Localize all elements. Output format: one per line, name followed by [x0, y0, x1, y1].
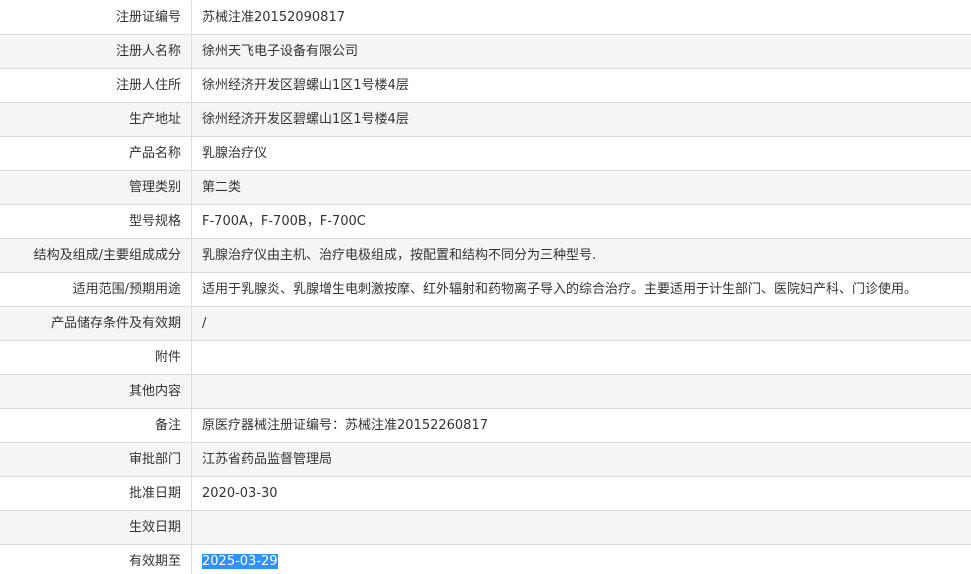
field-label: 型号规格	[0, 204, 192, 239]
table-row: 注册人住所 徐州经济开发区碧螺山1区1号楼4层	[0, 68, 971, 103]
field-value: 2025-03-29	[191, 544, 971, 574]
table-row: 有效期至 2025-03-29	[0, 544, 971, 574]
table-row: 管理类别 第二类	[0, 170, 971, 205]
table-row: 产品名称 乳腺治疗仪	[0, 136, 971, 171]
table-row: 注册人名称 徐州天飞电子设备有限公司	[0, 34, 971, 69]
table-row: 型号规格 F-700A，F-700B，F-700C	[0, 204, 971, 239]
table-row: 适用范围/预期用途 适用于乳腺炎、乳腺增生电刺激按摩、红外辐射和药物离子导入的综…	[0, 272, 971, 307]
field-label: 注册证编号	[0, 1, 192, 35]
field-label: 产品储存条件及有效期	[0, 306, 192, 341]
field-value: /	[191, 306, 971, 341]
field-label: 生产地址	[0, 102, 192, 137]
field-label: 生效日期	[0, 510, 192, 545]
field-value	[191, 340, 971, 375]
field-value	[191, 374, 971, 409]
field-value: 原医疗器械注册证编号：苏械注准20152260817	[191, 408, 971, 443]
table-row: 生产地址 徐州经济开发区碧螺山1区1号楼4层	[0, 102, 971, 137]
field-label: 附件	[0, 340, 192, 375]
field-label: 注册人名称	[0, 34, 192, 69]
field-label: 批准日期	[0, 476, 192, 511]
field-value: 江苏省药品监督管理局	[191, 442, 971, 477]
field-value	[191, 510, 971, 545]
field-value: F-700A，F-700B，F-700C	[191, 204, 971, 239]
table-row: 产品储存条件及有效期 /	[0, 306, 971, 341]
field-value: 苏械注准20152090817	[191, 1, 971, 35]
field-label: 管理类别	[0, 170, 192, 205]
field-label: 有效期至	[0, 544, 192, 574]
field-label: 结构及组成/主要组成成分	[0, 238, 192, 273]
table-row: 其他内容	[0, 374, 971, 409]
field-value: 徐州天飞电子设备有限公司	[191, 34, 971, 69]
field-value: 第二类	[191, 170, 971, 205]
registration-detail-table: 注册证编号 苏械注准20152090817 注册人名称 徐州天飞电子设备有限公司…	[0, 1, 971, 574]
field-label: 注册人住所	[0, 68, 192, 103]
selected-expiry-date[interactable]: 2025-03-29	[202, 554, 278, 569]
table-row: 备注 原医疗器械注册证编号：苏械注准20152260817	[0, 408, 971, 443]
field-value: 2020-03-30	[191, 476, 971, 511]
field-value: 乳腺治疗仪	[191, 136, 971, 171]
field-label: 其他内容	[0, 374, 192, 409]
field-label: 产品名称	[0, 136, 192, 171]
field-value: 乳腺治疗仪由主机、治疗电极组成，按配置和结构不同分为三种型号.	[191, 238, 971, 273]
table-row: 附件	[0, 340, 971, 375]
table-row: 结构及组成/主要组成成分 乳腺治疗仪由主机、治疗电极组成，按配置和结构不同分为三…	[0, 238, 971, 273]
table-row: 批准日期 2020-03-30	[0, 476, 971, 511]
field-value: 徐州经济开发区碧螺山1区1号楼4层	[191, 102, 971, 137]
field-label: 备注	[0, 408, 192, 443]
table-row: 审批部门 江苏省药品监督管理局	[0, 442, 971, 477]
field-value: 徐州经济开发区碧螺山1区1号楼4层	[191, 68, 971, 103]
field-value: 适用于乳腺炎、乳腺增生电刺激按摩、红外辐射和药物离子导入的综合治疗。主要适用于计…	[191, 272, 971, 307]
field-label: 适用范围/预期用途	[0, 272, 192, 307]
table-row: 注册证编号 苏械注准20152090817	[0, 1, 971, 35]
field-label: 审批部门	[0, 442, 192, 477]
table-row: 生效日期	[0, 510, 971, 545]
